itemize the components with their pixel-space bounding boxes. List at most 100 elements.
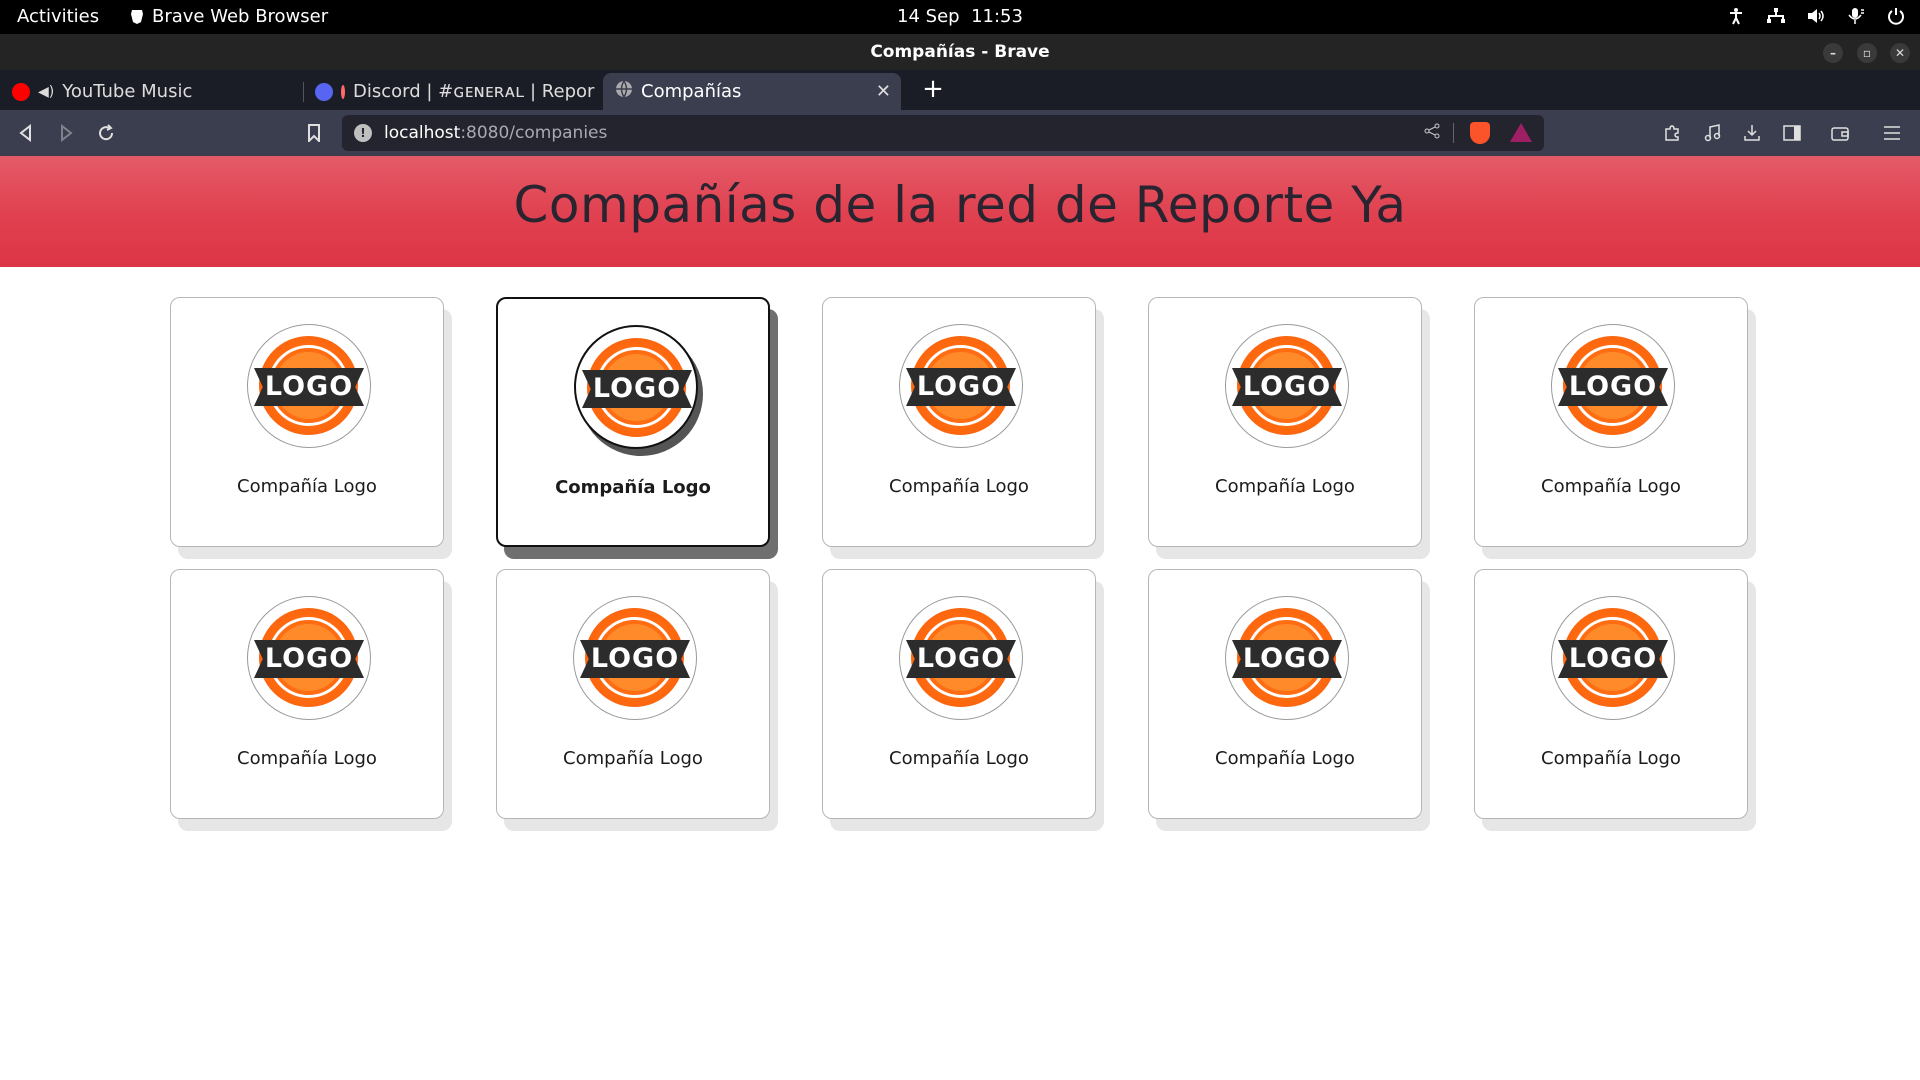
company-card[interactable]: LOGO Compañía Logo (1474, 297, 1748, 547)
downloads-button[interactable] (1741, 122, 1763, 144)
company-name: Compañía Logo (889, 476, 1029, 497)
media-button[interactable] (1701, 122, 1723, 144)
main-menu-button[interactable] (1881, 122, 1903, 144)
sidebar-toggle-button[interactable] (1781, 122, 1803, 144)
company-name: Compañía Logo (555, 477, 711, 498)
tab-strip: ◀) YouTube Music Discord | #ɢᴇɴᴇʀᴀʟ | Re… (0, 70, 1920, 110)
company-card[interactable]: LOGO Compañía Logo (1148, 569, 1422, 819)
company-logo-icon: LOGO (899, 324, 1023, 448)
brave-rewards-icon[interactable] (1510, 123, 1532, 142)
logo-text: LOGO (916, 371, 1006, 402)
system-top-bar: Activities Brave Web Browser 14 Sep 11:5… (0, 0, 1920, 34)
company-card[interactable]: LOGO Compañía Logo (822, 569, 1096, 819)
company-card[interactable]: LOGO Compañía Logo (496, 297, 770, 547)
company-logo-icon: LOGO (1551, 324, 1675, 448)
logo-text: LOGO (916, 643, 1006, 674)
logo-text: LOGO (592, 373, 682, 404)
bookmark-button[interactable] (302, 121, 326, 145)
sidebar-icon (1783, 125, 1801, 141)
record-icon (341, 84, 345, 99)
company-name: Compañía Logo (237, 476, 377, 497)
minimize-button[interactable]: – (1823, 43, 1843, 63)
clock-time[interactable]: 11:53 (971, 6, 1023, 27)
new-tab-button[interactable]: + (918, 74, 948, 104)
app-menu[interactable]: Brave Web Browser (130, 6, 328, 27)
brave-logo-icon (131, 9, 143, 24)
logo-text: LOGO (590, 643, 680, 674)
tab-discord[interactable]: Discord | #ɢᴇɴᴇʀᴀʟ | Repor (303, 73, 595, 110)
clock-date[interactable]: 14 Sep (897, 6, 960, 27)
extensions-button[interactable] (1661, 122, 1683, 144)
youtube-music-favicon-icon (12, 82, 30, 101)
close-window-button[interactable]: ✕ (1890, 43, 1910, 63)
company-name: Compañía Logo (1541, 476, 1681, 497)
hamburger-menu-icon (1884, 126, 1900, 140)
window-title: Compañías - Brave (870, 42, 1050, 62)
company-card[interactable]: LOGO Compañía Logo (1474, 569, 1748, 819)
share-icon[interactable] (1424, 123, 1440, 143)
activities-button[interactable]: Activities (17, 6, 99, 27)
company-logo-icon: LOGO (1551, 596, 1675, 720)
discord-favicon-icon (315, 82, 333, 101)
url-path: :8080/companies (460, 123, 608, 143)
company-name: Compañía Logo (563, 748, 703, 769)
hero-banner: Compañías de la red de Reporte Ya (0, 156, 1920, 267)
music-note-icon (1704, 124, 1721, 142)
tab-companias[interactable]: Compañías ✕ (603, 73, 901, 110)
address-bar-divider (1453, 123, 1454, 143)
window-titlebar[interactable]: Compañías - Brave – ▫ ✕ (0, 34, 1920, 70)
download-icon (1744, 125, 1760, 141)
power-icon[interactable] (1886, 6, 1906, 26)
wallet-icon (1831, 127, 1849, 141)
logo-text: LOGO (264, 371, 354, 402)
app-name: Brave Web Browser (152, 6, 329, 27)
company-logo-icon: LOGO (573, 596, 697, 720)
company-name: Compañía Logo (237, 748, 377, 769)
company-card[interactable]: LOGO Compañía Logo (170, 569, 444, 819)
back-button[interactable] (14, 121, 38, 145)
company-card[interactable]: LOGO Compañía Logo (496, 569, 770, 819)
tab-label: YouTube Music (62, 81, 193, 102)
puzzle-icon (1665, 125, 1679, 141)
forward-button[interactable] (54, 121, 78, 145)
navigation-bar: ! localhost:8080/companies (0, 110, 1920, 156)
company-card[interactable]: LOGO Compañía Logo (822, 297, 1096, 547)
network-icon[interactable] (1766, 6, 1786, 26)
url-text[interactable]: localhost:8080/companies (384, 123, 607, 143)
company-card[interactable]: LOGO Compañía Logo (170, 297, 444, 547)
site-info-icon[interactable]: ! (354, 124, 372, 142)
brave-shields-icon[interactable] (1470, 122, 1490, 144)
bookmark-icon (308, 124, 320, 142)
volume-icon[interactable] (1806, 6, 1826, 26)
close-tab-icon[interactable]: ✕ (876, 81, 891, 102)
company-name: Compañía Logo (1215, 476, 1355, 497)
back-arrow-icon (19, 124, 31, 142)
microphone-icon[interactable] (1846, 6, 1866, 26)
address-bar[interactable]: ! localhost:8080/companies (342, 115, 1544, 151)
company-name: Compañía Logo (1541, 748, 1681, 769)
url-host: localhost (384, 123, 461, 143)
speaker-icon[interactable]: ◀) (38, 84, 54, 100)
system-tray[interactable] (1726, 6, 1906, 26)
logo-text: LOGO (1242, 371, 1332, 402)
company-logo-icon: LOGO (1225, 596, 1349, 720)
wallet-button[interactable] (1829, 122, 1851, 144)
page-title: Compañías de la red de Reporte Ya (513, 176, 1407, 234)
forward-arrow-icon (61, 124, 73, 142)
logo-text: LOGO (264, 643, 354, 674)
company-card[interactable]: LOGO Compañía Logo (1148, 297, 1422, 547)
maximize-button[interactable]: ▫ (1857, 43, 1877, 63)
tab-label: Discord | #ɢᴇɴᴇʀᴀʟ | Repor (353, 81, 595, 102)
tab-youtube-music[interactable]: ◀) YouTube Music (0, 73, 300, 110)
logo-text: LOGO (1568, 643, 1658, 674)
company-name: Compañía Logo (889, 748, 1029, 769)
company-logo-icon: LOGO (899, 596, 1023, 720)
company-name: Compañía Logo (1215, 748, 1355, 769)
reload-icon (99, 124, 114, 141)
reload-button[interactable] (94, 121, 118, 145)
logo-text: LOGO (1568, 371, 1658, 402)
company-logo-icon: LOGO (1225, 324, 1349, 448)
accessibility-icon[interactable] (1726, 6, 1746, 26)
company-logo-icon: LOGO (247, 324, 371, 448)
logo-text: LOGO (1242, 643, 1332, 674)
